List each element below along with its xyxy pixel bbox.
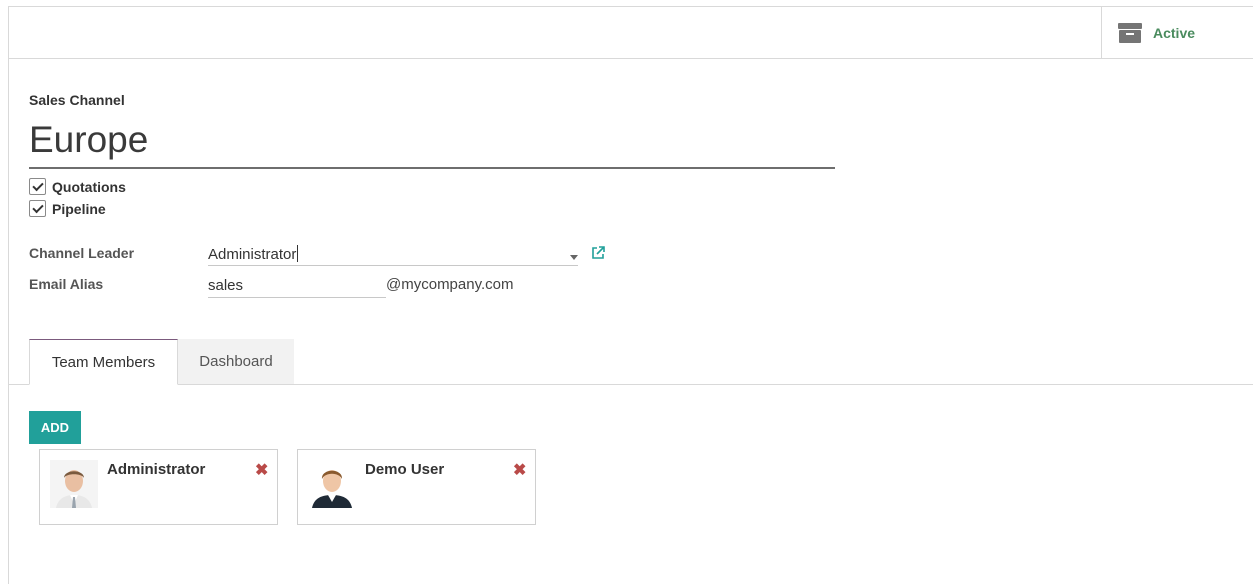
channel-leader-value: Administrator [208, 246, 297, 263]
pipeline-checkbox-row[interactable]: Pipeline [29, 200, 106, 217]
external-link-icon[interactable] [590, 245, 606, 261]
member-card-administrator[interactable]: Administrator ✖ [39, 449, 278, 525]
form-sheet: Active Sales Channel Europe Quotations P… [8, 6, 1253, 584]
remove-icon[interactable]: ✖ [255, 463, 268, 479]
avatar [308, 460, 356, 508]
quotations-checkbox-row[interactable]: Quotations [29, 178, 126, 195]
remove-icon[interactable]: ✖ [513, 463, 526, 479]
member-card-demo-user[interactable]: Demo User ✖ [297, 449, 536, 525]
check-icon [31, 179, 44, 191]
active-toggle-button[interactable]: Active [1101, 7, 1253, 59]
add-member-button[interactable]: ADD [29, 411, 81, 444]
avatar [50, 460, 98, 508]
check-icon [31, 201, 44, 213]
text-cursor [297, 245, 299, 262]
member-name: Administrator [107, 461, 206, 478]
active-label: Active [1153, 25, 1196, 41]
tab-team-members[interactable]: Team Members [29, 339, 178, 385]
quotations-label: Quotations [52, 178, 126, 195]
channel-leader-label: Channel Leader [29, 245, 135, 261]
email-alias-input[interactable]: sales [208, 275, 386, 298]
member-name: Demo User [365, 461, 445, 478]
pipeline-label: Pipeline [52, 200, 106, 217]
archive-icon [1118, 23, 1142, 43]
email-alias-label: Email Alias [29, 276, 104, 292]
tab-dashboard[interactable]: Dashboard [178, 339, 294, 384]
button-box: Active [9, 7, 1253, 59]
channel-name-field[interactable]: Europe [29, 115, 835, 169]
quotations-checkbox[interactable] [29, 178, 46, 195]
email-alias-domain: @mycompany.com [386, 276, 514, 293]
tabs-divider [9, 384, 1253, 385]
pipeline-checkbox[interactable] [29, 200, 46, 217]
channel-label: Sales Channel [29, 92, 125, 108]
channel-leader-input[interactable]: Administrator [208, 243, 578, 266]
chevron-down-icon[interactable] [570, 255, 578, 260]
